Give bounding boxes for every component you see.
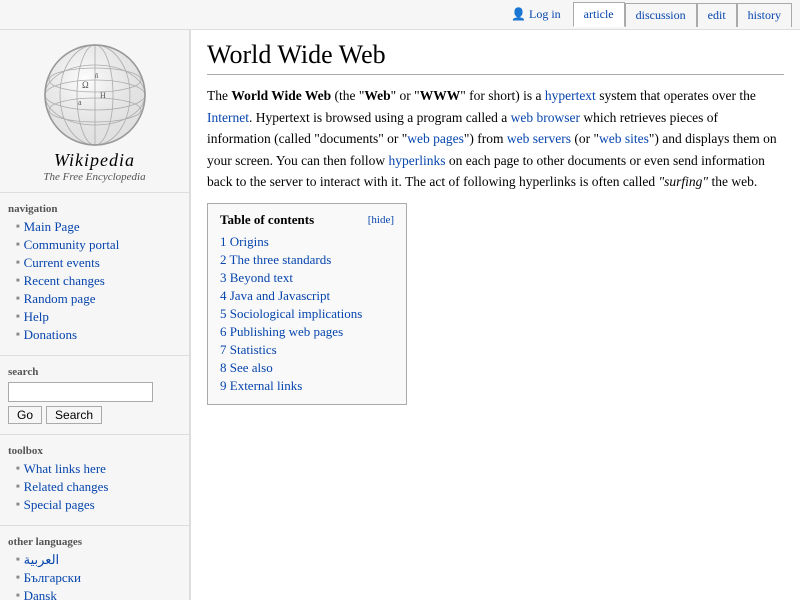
toc-item-5[interactable]: 5 Sociological implications: [220, 306, 394, 322]
web-pages-link[interactable]: web pages: [407, 131, 464, 146]
search-title: search: [8, 366, 181, 378]
toc-item-8[interactable]: 8 See also: [220, 360, 394, 376]
logo-area: Ω H a ñ Wikipedia The Free Encyclopedia: [0, 30, 189, 188]
toc-title: Table of contents [hide]: [220, 212, 394, 228]
navigation-title: navigation: [8, 203, 181, 215]
sidebar: Ω H a ñ Wikipedia The Free Encyclopedia …: [0, 30, 190, 600]
toc-item-3[interactable]: 3 Beyond text: [220, 270, 394, 286]
other-languages-section: other languages العربية Български Dansk: [0, 530, 189, 600]
navigation-list: Main Page Community portal Current event…: [8, 219, 181, 343]
internet-link[interactable]: Internet: [207, 110, 249, 125]
tab-history[interactable]: history: [737, 3, 792, 27]
nav-item-help[interactable]: Help: [16, 309, 181, 325]
search-section: search Go Search: [0, 360, 189, 430]
nav-item-current-events[interactable]: Current events: [16, 255, 181, 271]
toc-item-6[interactable]: 6 Publishing web pages: [220, 324, 394, 340]
toc-item-7[interactable]: 7 Statistics: [220, 342, 394, 358]
toc-item-2[interactable]: 2 The three standards: [220, 252, 394, 268]
top-bar: 👤 Log in article discussion edit history: [0, 0, 800, 30]
toc-item-1[interactable]: 1 Origins: [220, 234, 394, 250]
svg-text:H: H: [100, 91, 106, 100]
toolbox-section: toolbox What links here Related changes …: [0, 439, 189, 521]
other-languages-title: other languages: [8, 536, 181, 548]
nav-item-recent-changes[interactable]: Recent changes: [16, 273, 181, 289]
tab-edit[interactable]: edit: [697, 3, 737, 27]
table-of-contents: Table of contents [hide] 1 Origins 2 The…: [207, 203, 407, 405]
wiki-title: Wikipedia: [5, 150, 184, 171]
tab-discussion[interactable]: discussion: [625, 3, 697, 27]
lang-item-arabic[interactable]: العربية: [16, 552, 181, 568]
navigation-section: navigation Main Page Community portal Cu…: [0, 197, 189, 351]
article-intro: The World Wide Web (the "Web" or "WWW" f…: [207, 85, 784, 193]
svg-text:Ω: Ω: [82, 80, 89, 90]
toolbox-item-special-pages[interactable]: Special pages: [16, 497, 181, 513]
svg-text:a: a: [78, 98, 82, 107]
web-servers-link[interactable]: web servers: [507, 131, 571, 146]
toc-hide-link[interactable]: [hide]: [368, 214, 394, 226]
toolbox-item-related-changes[interactable]: Related changes: [16, 479, 181, 495]
toolbox-item-what-links-here[interactable]: What links here: [16, 461, 181, 477]
top-tabs: article discussion edit history: [573, 2, 792, 27]
lang-item-bulgarian[interactable]: Български: [16, 570, 181, 586]
search-buttons: Go Search: [8, 406, 181, 424]
search-input[interactable]: [8, 382, 153, 402]
tab-article[interactable]: article: [573, 2, 625, 27]
nav-item-random-page[interactable]: Random page: [16, 291, 181, 307]
content-area: World Wide Web The World Wide Web (the "…: [190, 30, 800, 600]
toolbox-list: What links here Related changes Special …: [8, 461, 181, 513]
toolbox-title: toolbox: [8, 445, 181, 457]
toc-item-4[interactable]: 4 Java and Javascript: [220, 288, 394, 304]
nav-item-community-portal[interactable]: Community portal: [16, 237, 181, 253]
toc-list: 1 Origins 2 The three standards 3 Beyond…: [220, 234, 394, 394]
main-layout: Ω H a ñ Wikipedia The Free Encyclopedia …: [0, 30, 800, 600]
go-button[interactable]: Go: [8, 406, 42, 424]
lang-item-danish[interactable]: Dansk: [16, 588, 181, 600]
article-title: World Wide Web: [207, 40, 784, 75]
nav-item-donations[interactable]: Donations: [16, 327, 181, 343]
hyperlinks-link[interactable]: hyperlinks: [388, 153, 445, 168]
wiki-subtitle: The Free Encyclopedia: [5, 171, 184, 183]
svg-text:ñ: ñ: [95, 72, 99, 80]
web-sites-link[interactable]: web sites: [599, 131, 649, 146]
login-link[interactable]: 👤 Log in: [511, 7, 561, 22]
nav-item-main-page[interactable]: Main Page: [16, 219, 181, 235]
search-button[interactable]: Search: [46, 406, 102, 424]
other-languages-list: العربية Български Dansk: [8, 552, 181, 600]
web-browser-link[interactable]: web browser: [511, 110, 580, 125]
hypertext-link[interactable]: hypertext: [545, 88, 596, 103]
toc-item-9[interactable]: 9 External links: [220, 378, 394, 394]
wiki-globe: Ω H a ñ: [40, 40, 150, 150]
